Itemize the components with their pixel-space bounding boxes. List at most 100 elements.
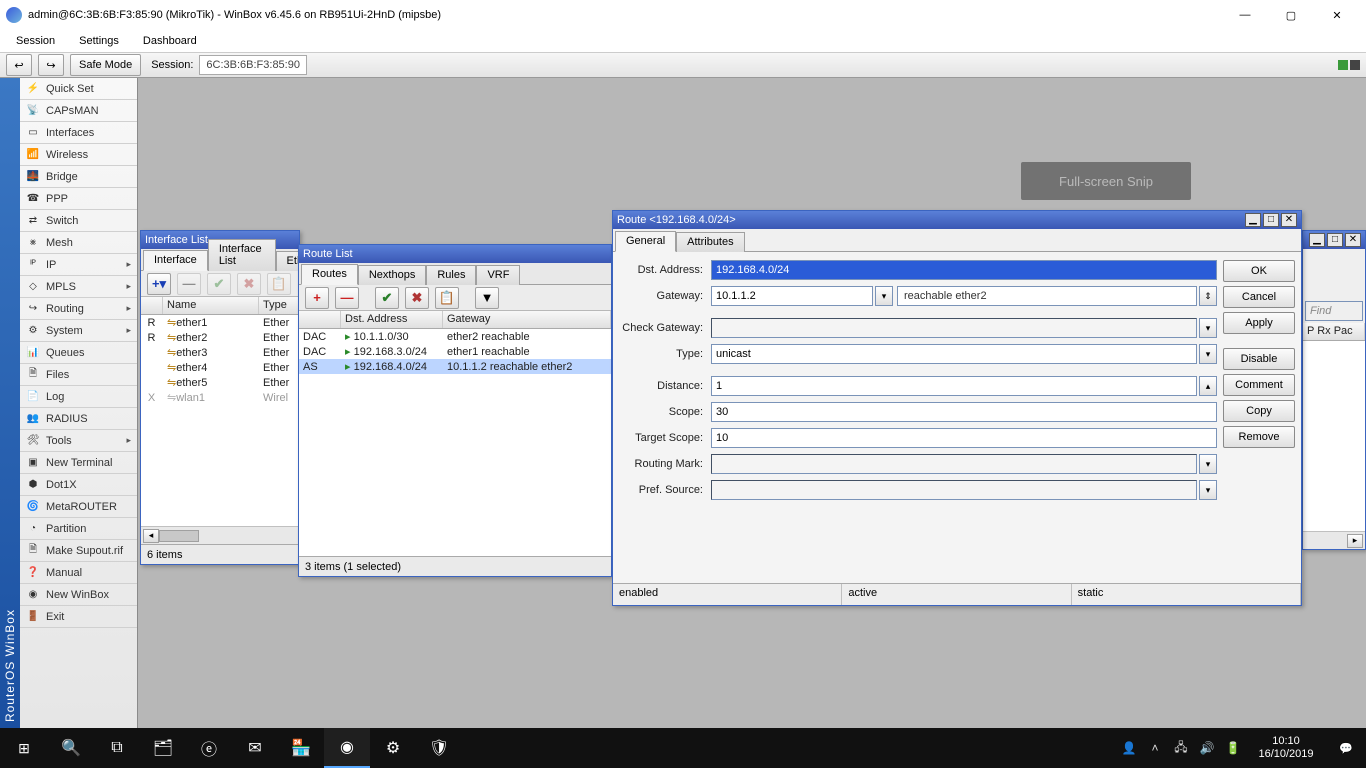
sidebar-item-ip[interactable]: ᴵᴾIP▸	[20, 254, 137, 276]
people-icon[interactable]: 👤	[1116, 728, 1142, 768]
copy-button[interactable]: Copy	[1223, 400, 1295, 422]
routedlg-close-button[interactable]: ✕	[1281, 213, 1297, 227]
tab-interface[interactable]: Interface	[143, 250, 208, 271]
routelist-col-dst[interactable]: Dst. Address	[341, 311, 443, 328]
sidebar-item-wireless[interactable]: 📶Wireless	[20, 144, 137, 166]
routelist-row[interactable]: DAC▸ 10.1.1.0/30ether2 reachable	[299, 329, 611, 344]
tray-up-icon[interactable]: ˄	[1142, 728, 1168, 768]
sidebar-item-tools[interactable]: 🛠Tools▸	[20, 430, 137, 452]
sidebar-item-exit[interactable]: 🚪Exit	[20, 606, 137, 628]
sidebar-item-system[interactable]: ⚙System▸	[20, 320, 137, 342]
task-view-icon[interactable]: ⧉	[94, 728, 140, 768]
routelist-disable-button[interactable]: ✖	[405, 287, 429, 309]
iflist-enable-button[interactable]: ✔	[207, 273, 231, 295]
sidebar-item-ppp[interactable]: ☎PPP	[20, 188, 137, 210]
sidebar-item-mesh[interactable]: ⨳Mesh	[20, 232, 137, 254]
volume-icon[interactable]: 🔊	[1194, 728, 1220, 768]
comment-button[interactable]: Comment	[1223, 374, 1295, 396]
taskbar-clock[interactable]: 10:10 16/10/2019	[1246, 729, 1326, 767]
iflist-col-type[interactable]: Type	[259, 297, 299, 314]
sidebar-item-new-winbox[interactable]: ◉New WinBox	[20, 584, 137, 606]
gateway-expand-icon[interactable]: ⇕	[1199, 286, 1217, 306]
sidebar-item-new-terminal[interactable]: ▣New Terminal	[20, 452, 137, 474]
sidebar-item-make-supout-rif[interactable]: 🗎Make Supout.rif	[20, 540, 137, 562]
iflist-add-button[interactable]: +▾	[147, 273, 171, 295]
routelist-comment-button[interactable]: 📋	[435, 287, 459, 309]
iflist-scroll-h[interactable]: ◂	[141, 526, 299, 544]
start-button[interactable]: ⊞	[0, 728, 48, 768]
store-icon[interactable]: 🏪	[278, 728, 324, 768]
input-routing-mark[interactable]	[711, 454, 1197, 474]
iflist-comment-button[interactable]: 📋	[267, 273, 291, 295]
iflist-row[interactable]: ⇋ether3Ether	[141, 345, 299, 360]
sidebar-item-partition[interactable]: ◔Partition	[20, 518, 137, 540]
input-distance[interactable]: 1	[711, 376, 1197, 396]
routelist-remove-button[interactable]: —	[335, 287, 359, 309]
bg-max-icon[interactable]: □	[1327, 233, 1343, 247]
routelist-row[interactable]: DAC▸ 192.168.3.0/24ether1 reachable	[299, 344, 611, 359]
bg-scroll-h[interactable]: ▸	[1303, 531, 1365, 549]
winbox-task-icon[interactable]: ◉	[324, 728, 370, 768]
full-screen-snip-button[interactable]: Full-screen Snip	[1021, 162, 1191, 200]
routedlg-min-button[interactable]: ▁	[1245, 213, 1261, 227]
file-explorer-icon[interactable]: 🗂	[140, 728, 186, 768]
input-scope[interactable]: 30	[711, 402, 1217, 422]
iflist-row[interactable]: ⇋ether5Ether	[141, 375, 299, 390]
sidebar-item-mpls[interactable]: ◇MPLS▸	[20, 276, 137, 298]
input-type[interactable]: unicast	[711, 344, 1197, 364]
iflist-body[interactable]: R⇋ether1EtherR⇋ether2Ether⇋ether3Ether⇋e…	[141, 315, 299, 526]
action-center-icon[interactable]: 💬	[1326, 728, 1366, 768]
routelist-row[interactable]: AS▸ 192.168.4.0/2410.1.1.2 reachable eth…	[299, 359, 611, 374]
sidebar-item-routing[interactable]: ↪Routing▸	[20, 298, 137, 320]
sidebar-item-interfaces[interactable]: ▭Interfaces	[20, 122, 137, 144]
type-caret-icon[interactable]: ▾	[1199, 344, 1217, 364]
iflist-row[interactable]: X⇋wlan1Wirel	[141, 390, 299, 405]
input-pref-source[interactable]	[711, 480, 1197, 500]
tab-rules[interactable]: Rules	[426, 265, 476, 285]
settings-task-icon[interactable]: ⚙	[370, 728, 416, 768]
iflist-row[interactable]: R⇋ether2Ether	[141, 330, 299, 345]
iflist-row[interactable]: ⇋ether4Ether	[141, 360, 299, 375]
menu-session[interactable]: Session	[6, 33, 65, 49]
routelist-add-button[interactable]: +	[305, 287, 329, 309]
network-icon[interactable]: 🖧	[1168, 728, 1194, 768]
close-button[interactable]: ✕	[1314, 0, 1360, 30]
input-dst-address[interactable]: 192.168.4.0/24	[711, 260, 1217, 280]
security-task-icon[interactable]: 🛡	[416, 728, 462, 768]
iflist-col-name[interactable]: Name	[163, 297, 259, 314]
minimize-button[interactable]: —	[1222, 0, 1268, 30]
sidebar-item-dot1x[interactable]: ⬢Dot1X	[20, 474, 137, 496]
sidebar-item-manual[interactable]: ❓Manual	[20, 562, 137, 584]
sidebar-item-queues[interactable]: 📊Queues	[20, 342, 137, 364]
redo-button[interactable]: ↪	[38, 54, 64, 76]
sidebar-item-capsman[interactable]: 📡CAPsMAN	[20, 100, 137, 122]
routedlg-max-button[interactable]: □	[1263, 213, 1279, 227]
sidebar-item-switch[interactable]: ⇄Switch	[20, 210, 137, 232]
tab-routes[interactable]: Routes	[301, 264, 358, 285]
tab-attributes[interactable]: Attributes	[676, 232, 744, 252]
distance-caret-icon[interactable]: ▴	[1199, 376, 1217, 396]
routelist-filter-button[interactable]: ▼	[475, 287, 499, 309]
input-target-scope[interactable]: 10	[711, 428, 1217, 448]
tab-nexthops[interactable]: Nexthops	[358, 265, 426, 285]
sidebar-item-files[interactable]: 🗎Files	[20, 364, 137, 386]
ok-button[interactable]: OK	[1223, 260, 1295, 282]
battery-icon[interactable]: 🔋	[1220, 728, 1246, 768]
disable-button[interactable]: Disable	[1223, 348, 1295, 370]
tab-ethe[interactable]: Ethe	[276, 251, 299, 271]
input-gateway[interactable]: 10.1.1.2	[711, 286, 873, 306]
remove-button[interactable]: Remove	[1223, 426, 1295, 448]
sidebar-item-quick-set[interactable]: ⚡Quick Set	[20, 78, 137, 100]
psrc-caret-icon[interactable]: ▾	[1199, 480, 1217, 500]
maximize-button[interactable]: ▢	[1268, 0, 1314, 30]
input-check-gateway[interactable]	[711, 318, 1197, 338]
routelist-enable-button[interactable]: ✔	[375, 287, 399, 309]
find-input[interactable]: Find	[1305, 301, 1363, 321]
bg-close-icon[interactable]: ✕	[1345, 233, 1361, 247]
status-hide-icon[interactable]	[1350, 60, 1360, 70]
sidebar-item-bridge[interactable]: 🌉Bridge	[20, 166, 137, 188]
gateway-dropdown-icon[interactable]: ▾	[875, 286, 893, 306]
undo-button[interactable]: ↩	[6, 54, 32, 76]
apply-button[interactable]: Apply	[1223, 312, 1295, 334]
iflist-disable-button[interactable]: ✖	[237, 273, 261, 295]
